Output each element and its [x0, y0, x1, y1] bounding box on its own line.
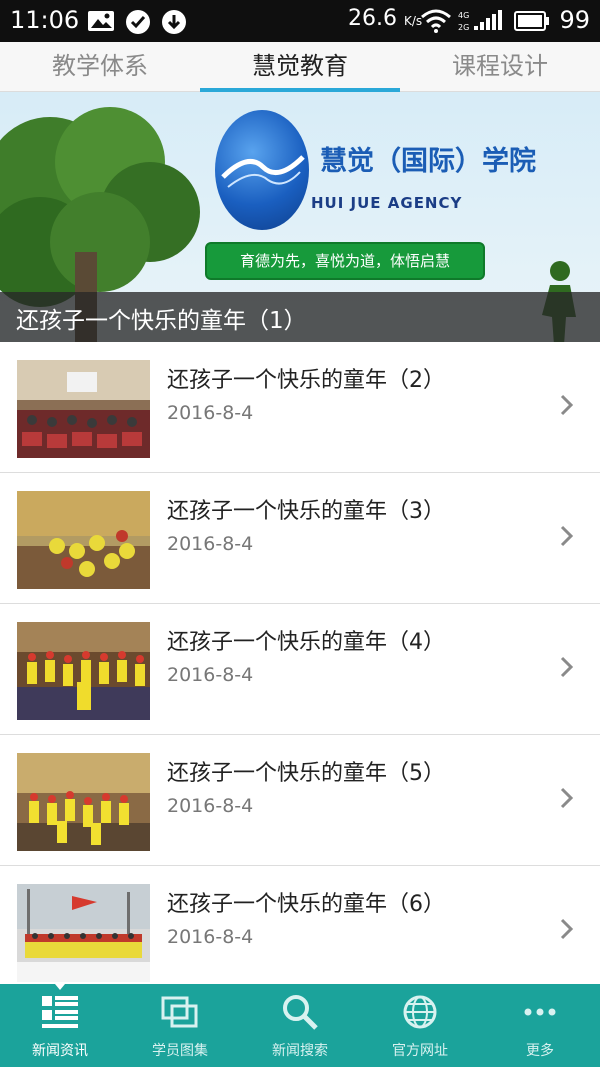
news-thumbnail [17, 884, 150, 982]
svg-text:2G: 2G [458, 23, 469, 32]
globe-icon [403, 995, 437, 1029]
tab-teaching-system[interactable]: 教学体系 [0, 42, 200, 92]
nav-news[interactable]: 新闻资讯 [0, 984, 120, 1067]
logo-wave-icon [221, 155, 305, 188]
check-circle-icon [126, 10, 150, 34]
news-thumbnail [17, 360, 150, 458]
battery-icon [514, 11, 549, 31]
banner-caption: 还孩子一个快乐的童年（1） [16, 308, 307, 334]
news-title: 还孩子一个快乐的童年（5） [167, 761, 445, 786]
slogan-badge: 育德为先，喜悦为道，体悟启慧 [205, 242, 485, 280]
tab-huijue-education[interactable]: 慧觉教育 [200, 42, 400, 92]
svg-text:4G: 4G [458, 11, 469, 20]
nav-official-site[interactable]: 官方网址 [360, 984, 480, 1067]
banner-caption-bar: 还孩子一个快乐的童年（1） [0, 292, 600, 342]
image-icon [88, 11, 114, 31]
news-thumbnail [17, 491, 150, 589]
news-title: 还孩子一个快乐的童年（3） [167, 499, 445, 524]
search-icon [283, 995, 318, 1030]
list-item[interactable]: 还孩子一个快乐的童年（4） 2016-8-4 [0, 604, 600, 735]
nav-label: 新闻搜索 [272, 1043, 328, 1059]
gallery-icon [161, 996, 198, 1028]
list-item[interactable]: 还孩子一个快乐的童年（2） 2016-8-4 [0, 342, 600, 473]
download-circle-icon [162, 10, 186, 34]
cell-signal-icon: 4G 2G [458, 10, 502, 32]
top-tabs: 教学体系 慧觉教育 课程设计 [0, 42, 600, 92]
nav-label: 更多 [526, 1043, 554, 1059]
tab-course-design[interactable]: 课程设计 [400, 42, 600, 92]
nav-search[interactable]: 新闻搜索 [240, 984, 360, 1067]
news-list-icon [42, 996, 78, 1028]
chevron-right-icon [560, 394, 574, 416]
more-icon [524, 1008, 556, 1016]
news-date: 2016-8-4 [167, 533, 254, 555]
network-speed: 26.6 K/s [348, 6, 423, 31]
list-item[interactable]: 还孩子一个快乐的童年（5） 2016-8-4 [0, 735, 600, 866]
news-date: 2016-8-4 [167, 402, 254, 424]
news-title: 还孩子一个快乐的童年（6） [167, 892, 445, 917]
featured-banner[interactable]: 慧觉（国际）学院 HUI JUE AGENCY 育德为先，喜悦为道，体悟启慧 还… [0, 92, 600, 342]
list-item[interactable]: 还孩子一个快乐的童年（6） 2016-8-4 [0, 866, 600, 997]
nav-label: 新闻资讯 [32, 1043, 88, 1059]
nav-gallery[interactable]: 学员图集 [120, 984, 240, 1067]
agency-name: HUI JUE AGENCY [311, 194, 463, 212]
nav-label: 学员图集 [152, 1043, 208, 1059]
news-title: 还孩子一个快乐的童年（4） [167, 630, 445, 655]
news-thumbnail [17, 753, 150, 851]
news-list: 还孩子一个快乐的童年（2） 2016-8-4 还孩子一个快乐的童年（3） 201… [0, 342, 600, 997]
school-name: 慧觉（国际）学院 [320, 146, 536, 177]
news-thumbnail [17, 622, 150, 720]
list-item[interactable]: 还孩子一个快乐的童年（3） 2016-8-4 [0, 473, 600, 604]
chevron-right-icon [560, 918, 574, 940]
nav-label: 官方网址 [392, 1043, 448, 1059]
news-title: 还孩子一个快乐的童年（2） [167, 368, 445, 393]
status-bar: 11:06 26.6 K/s 4G 2G 99 [0, 0, 600, 42]
status-time: 11:06 [10, 6, 80, 34]
battery-level: 99 [559, 6, 590, 34]
news-date: 2016-8-4 [167, 795, 254, 817]
nav-more[interactable]: 更多 [480, 984, 600, 1067]
chevron-right-icon [560, 656, 574, 678]
chevron-right-icon [560, 787, 574, 809]
bottom-nav: 新闻资讯 学员图集 新闻搜索 官方网址 更多 [0, 984, 600, 1067]
chevron-right-icon [560, 525, 574, 547]
news-date: 2016-8-4 [167, 664, 254, 686]
news-date: 2016-8-4 [167, 926, 254, 948]
wifi-icon [421, 9, 451, 33]
